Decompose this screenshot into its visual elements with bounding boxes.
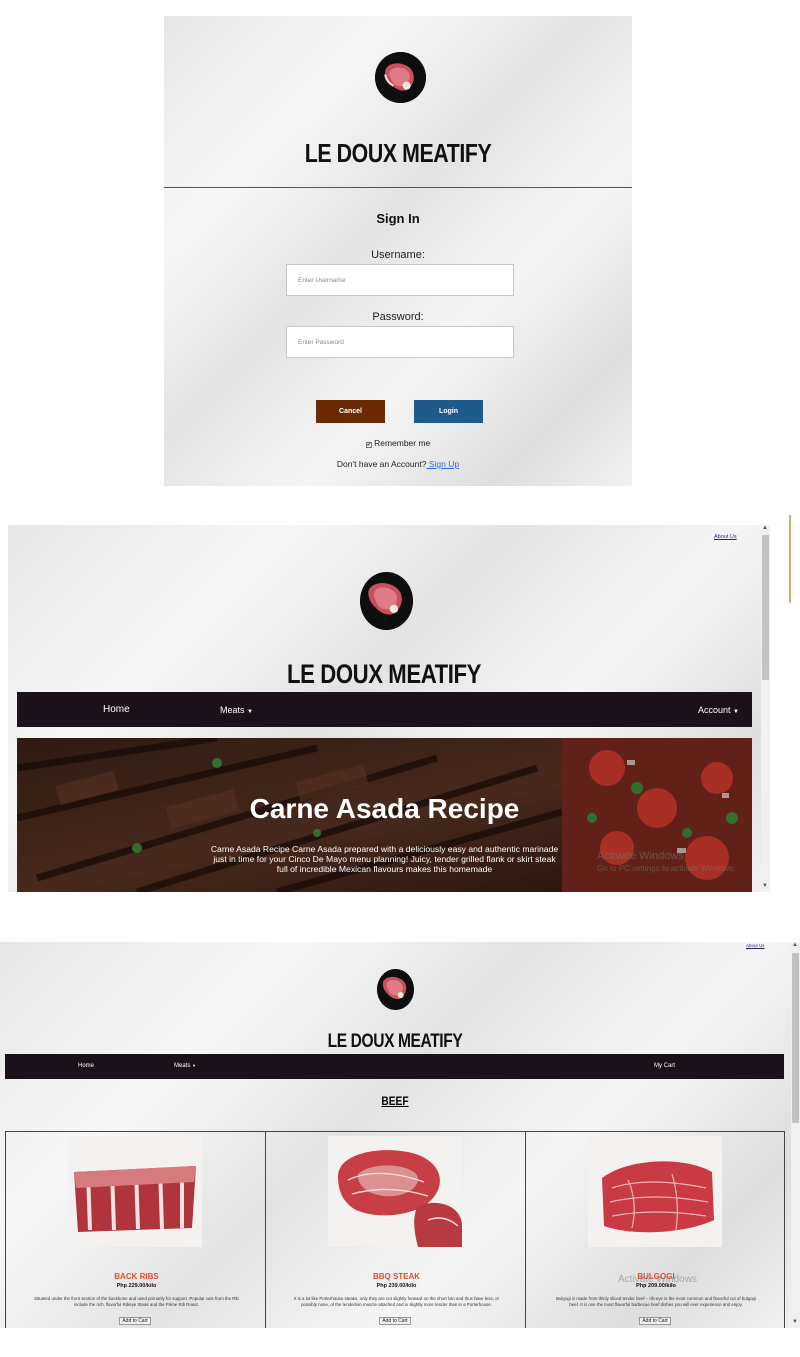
product-name: BBQ STEAK — [372, 1272, 421, 1281]
about-us-link[interactable]: About Us — [746, 943, 765, 948]
activate-windows-subtitle: Go to PC settings to activate Windows. — [597, 864, 736, 873]
activate-windows-title: Activate Windows — [618, 1274, 697, 1285]
window-edge-accent — [789, 515, 791, 603]
signin-title: Sign In — [376, 211, 420, 226]
scroll-down-icon[interactable]: ▼ — [792, 1319, 798, 1325]
remember-row: ✔ Remember me — [164, 438, 632, 448]
product-image-back-ribs — [68, 1136, 202, 1247]
about-us-link[interactable]: About Us — [714, 534, 737, 540]
password-input[interactable]: Enter Password — [286, 326, 514, 358]
product-card: BACK RIBS Php 229.00/kilo Situated under… — [5, 1131, 266, 1328]
brand-title: LE DOUX MEATIFY — [287, 659, 481, 689]
nav-meats-dropdown[interactable]: Meats ▼ — [220, 705, 253, 715]
scroll-up-icon[interactable]: ▲ — [792, 942, 798, 948]
scrollbar-thumb[interactable] — [792, 953, 799, 1123]
signin-page: LE DOUX MEATIFY Sign In Username: Enter … — [164, 16, 632, 486]
beef-page: About Us LE DOUX MEATIFY Home Meats ▼ My… — [0, 942, 800, 1328]
product-image-bulgogi — [588, 1136, 722, 1247]
product-image-bbq-steak — [328, 1136, 462, 1247]
no-account-text: Don't have an Account? — [336, 459, 427, 469]
username-input[interactable]: Enter Username — [286, 264, 514, 296]
nav-home[interactable]: Home — [78, 1063, 94, 1069]
signup-row: Don't have an Account? Sign Up — [164, 459, 632, 469]
section-title: BEEF — [381, 1094, 409, 1108]
main-navbar: Home Meats ▼ My Cart — [5, 1054, 784, 1079]
product-description: Bulgogi is made from thinly sliced tende… — [528, 1296, 784, 1307]
nav-home[interactable]: Home — [103, 704, 130, 715]
cancel-button[interactable]: Cancel — [316, 400, 385, 423]
nav-my-cart[interactable]: My Cart — [654, 1063, 675, 1069]
product-description-line: Bulgogi is made from thinly sliced tende… — [556, 1296, 756, 1301]
nav-account-label: Account — [698, 705, 731, 715]
scrollbar[interactable]: ▲ ▼ — [761, 525, 770, 892]
nav-meats-dropdown[interactable]: Meats ▼ — [174, 1063, 196, 1069]
activate-windows-title: Activate Windows — [597, 850, 684, 862]
scrollbar[interactable]: ▲ ▼ — [791, 942, 800, 1328]
scroll-down-icon[interactable]: ▼ — [762, 883, 768, 889]
hero-banner: Carne Asada Recipe Carne Asada Recipe Ca… — [17, 738, 752, 892]
brand-title: LE DOUX MEATIFY — [304, 138, 492, 168]
scrollbar-thumb[interactable] — [762, 535, 769, 680]
brand-title: LE DOUX MEATIFY — [327, 1031, 463, 1052]
product-price: Php 239.00/kilo — [376, 1283, 417, 1289]
login-button[interactable]: Login — [414, 400, 483, 423]
product-description-line: include the rich, flavorful Ribeye Steak… — [74, 1301, 199, 1307]
main-navbar: Home Meats ▼ Account ▼ — [17, 692, 752, 727]
add-to-cart-button[interactable]: Add to Cart — [379, 1317, 411, 1325]
product-description-line: It is a lot like Porterhouse steaks, onl… — [293, 1296, 499, 1301]
product-description: Situated under the front section of the … — [8, 1296, 265, 1307]
add-to-cart-button[interactable]: Add to Cart — [119, 1317, 151, 1325]
product-description: It is a lot like Porterhouse steaks, onl… — [268, 1296, 525, 1307]
remember-label: Remember me — [374, 438, 431, 448]
product-name: BACK RIBS — [114, 1272, 159, 1281]
logo-steak-icon — [375, 52, 426, 103]
password-label: Password: — [372, 311, 424, 323]
caret-down-icon: ▼ — [192, 1063, 196, 1068]
divider — [164, 187, 632, 188]
nav-account-dropdown[interactable]: Account ▼ — [698, 705, 739, 715]
nav-meats-label: Meats — [220, 705, 245, 715]
signup-link[interactable]: Sign Up — [426, 459, 459, 469]
product-card: BBQ STEAK Php 239.00/kilo It is a lot li… — [265, 1131, 526, 1328]
product-description-line: possibly none, of the tenderloin muscle … — [301, 1301, 492, 1307]
product-card: BULGOGI Php 209.00/kilo Bulgogi is made … — [525, 1131, 785, 1328]
product-description-line: Situated under the front section of the … — [34, 1296, 239, 1301]
remember-checkbox[interactable]: ✔ — [365, 442, 372, 448]
logo-steak-icon — [360, 572, 413, 630]
add-to-cart-button[interactable]: Add to Cart — [639, 1317, 671, 1325]
caret-down-icon: ▼ — [733, 709, 739, 715]
scroll-up-icon[interactable]: ▲ — [762, 525, 768, 531]
username-label: Username: — [371, 249, 425, 261]
nav-meats-label: Meats — [174, 1063, 191, 1069]
logo-steak-icon — [377, 969, 414, 1010]
caret-down-icon: ▼ — [247, 709, 253, 715]
product-description-line: beef. It is one the most flavorful barbe… — [569, 1301, 743, 1307]
home-page: About Us LE DOUX MEATIFY Home Meats ▼ Ac… — [8, 525, 770, 892]
product-price: Php 229.00/kilo — [116, 1283, 157, 1289]
hero-title: Carne Asada Recipe — [249, 793, 520, 824]
